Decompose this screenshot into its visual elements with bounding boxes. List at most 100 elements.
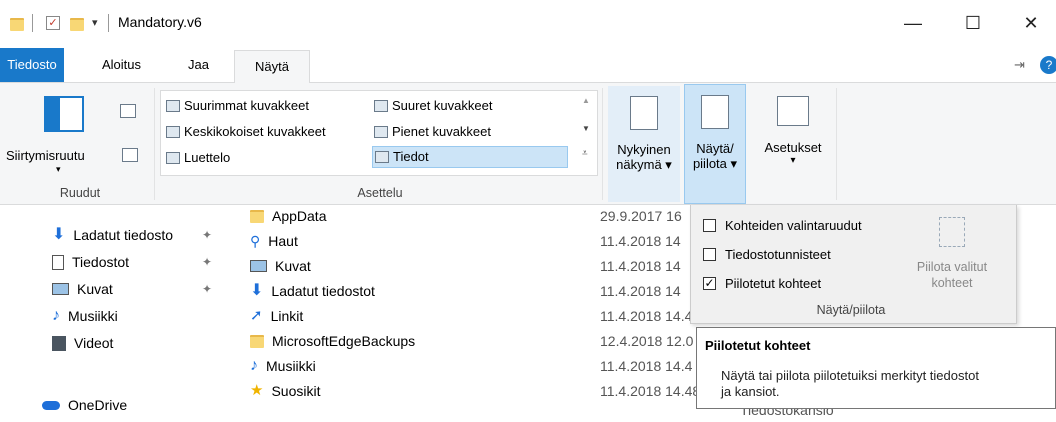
tooltip-body-line-1: Näytä tai piilota piilotetuiksi merkityt… (721, 368, 979, 383)
nav-item-onedrive[interactable]: OneDrive (42, 393, 127, 417)
file-date: 11.4.2018 14.4 (600, 308, 693, 324)
show-hide-button[interactable]: Näytä/ piilota ▾ (684, 84, 746, 204)
item-checkboxes-option[interactable]: Kohteiden valintaruudut (703, 213, 862, 237)
tab-home[interactable]: Aloitus (92, 48, 151, 82)
layout-item-label: Suuret kuvakkeet (392, 98, 493, 113)
navigation-pane-button[interactable]: Siirtymisruutu (6, 148, 85, 163)
star-icon: ★ (250, 382, 264, 399)
show-hide-icon (701, 95, 729, 129)
pin-icon: ✦ (202, 282, 213, 296)
hide-selected-icon (939, 217, 965, 247)
layout-item-label: Luettelo (184, 150, 231, 165)
tab-share[interactable]: Jaa (178, 48, 219, 82)
nav-item-label: Musiikki (68, 308, 118, 324)
layout-item-label: Keskikokoiset kuvakkeet (184, 124, 326, 139)
checkbox[interactable] (703, 247, 716, 261)
help-icon[interactable]: ? (1040, 56, 1056, 74)
layout-medium-icons[interactable]: Keskikokoiset kuvakkeet (166, 121, 326, 143)
file-date: 11.4.2018 14 (600, 233, 681, 249)
nav-item-music[interactable]: ♪ Musiikki (52, 304, 118, 328)
title-bar: ✓ ▾ Mandatory.v6 — ☐ ✕ (0, 0, 1056, 48)
tooltip-body: Näytä tai piilota piilotetuiksi merkityt… (721, 368, 979, 400)
options-label: Asetukset (764, 140, 822, 155)
gallery-scroll-down-icon[interactable]: ▼ (582, 124, 590, 133)
current-view-icon (630, 96, 658, 130)
table-row[interactable]: AppData (250, 204, 326, 228)
file-date: 11.4.2018 14.4 (600, 358, 693, 374)
group-label-panes: Ruudut (59, 186, 101, 200)
layout-list[interactable]: Luettelo (166, 147, 230, 169)
option-label: Kohteiden valintaruudut (725, 217, 862, 233)
options-icon (777, 96, 809, 126)
minimize-button[interactable]: — (890, 4, 936, 42)
gallery-scroll-up-icon[interactable]: ▲ (582, 96, 590, 105)
table-row[interactable]: Kuvat (250, 254, 311, 278)
show-hide-label-1: Näytä/ (696, 141, 734, 156)
cloud-icon (42, 400, 60, 410)
maximize-button[interactable]: ☐ (950, 4, 996, 42)
layout-large-icons[interactable]: Suuret kuvakkeet (374, 95, 492, 117)
file-name: Kuvat (275, 258, 311, 274)
table-row[interactable]: ⬇ Ladatut tiedostot (250, 279, 375, 303)
download-icon: ⬇ (250, 282, 264, 299)
checkbox-checked[interactable]: ✓ (703, 276, 716, 290)
music-icon: ♪ (250, 357, 258, 374)
tab-file[interactable]: Tiedosto (0, 48, 64, 82)
layout-item-label: Suurimmat kuvakkeet (184, 98, 309, 113)
customize-qat-icon[interactable]: ▾ (92, 16, 98, 29)
details-pane-icon[interactable] (122, 148, 138, 162)
navigation-pane-icon[interactable] (44, 96, 84, 132)
current-view-button[interactable]: Nykyinen näkymä ▾ (608, 86, 680, 202)
pin-ribbon-icon[interactable]: ⇥ (1014, 57, 1025, 73)
preview-pane-icon[interactable] (120, 104, 136, 118)
properties-icon[interactable]: ✓ (46, 16, 60, 30)
file-name: AppData (272, 208, 327, 224)
tab-view[interactable]: Näytä (234, 50, 310, 84)
file-extensions-option[interactable]: Tiedostotunnisteet (703, 242, 831, 266)
option-label: Tiedostotunnisteet (725, 246, 831, 262)
layout-details[interactable]: Tiedot (372, 146, 568, 168)
table-row[interactable]: ⚲ Haut (250, 229, 298, 253)
list-icon (166, 152, 180, 164)
link-icon: ➚ (250, 307, 263, 324)
layout-small-icons[interactable]: Pienet kuvakkeet (374, 121, 491, 143)
hidden-items-option[interactable]: ✓ Piilotetut kohteet (703, 271, 821, 295)
group-label-show-hide: Näytä/piilota (816, 303, 886, 317)
close-button[interactable]: ✕ (1008, 4, 1054, 42)
option-label: Piilotetut kohteet (725, 275, 822, 291)
nav-item-downloads[interactable]: ⬇ Ladatut tiedosto ✦ (52, 223, 212, 247)
layout-extra-large-icons[interactable]: Suurimmat kuvakkeet (166, 95, 309, 117)
nav-item-videos[interactable]: Videot (52, 331, 113, 355)
options-button[interactable]: Asetukset ▾ (756, 86, 830, 202)
document-icon (52, 254, 64, 270)
table-row[interactable]: ♪ Musiikki (250, 354, 316, 378)
gallery-more-icon[interactable]: ⩡ (582, 148, 588, 159)
chevron-down-icon: ▾ (56, 164, 61, 174)
file-name: Ladatut tiedostot (271, 283, 375, 299)
folder-icon (250, 209, 264, 223)
hide-selected-label-2: kohteet (931, 276, 973, 290)
pin-icon: ✦ (202, 255, 213, 269)
file-date: 11.4.2018 14.48 (600, 383, 701, 399)
video-icon (52, 335, 66, 351)
new-folder-icon[interactable] (70, 18, 84, 31)
extra-large-icons-icon (166, 100, 180, 112)
pictures-icon (250, 260, 267, 272)
group-separator (836, 88, 837, 200)
nav-item-documents[interactable]: Tiedostot ✦ (52, 250, 212, 274)
medium-icons-icon (166, 126, 180, 138)
tooltip: Piilotetut kohteet Näytä tai piilota pii… (696, 327, 1056, 409)
checkbox[interactable] (703, 218, 716, 232)
file-name: Musiikki (266, 358, 316, 374)
divider (32, 14, 33, 32)
file-date: 11.4.2018 14 (600, 258, 681, 274)
table-row[interactable]: ★ Suosikit (250, 379, 320, 403)
group-label-layout: Asettelu (357, 186, 403, 200)
show-hide-dropdown: Kohteiden valintaruudut Tiedostotunniste… (690, 205, 1017, 324)
tooltip-body-line-2: ja kansiot. (721, 384, 780, 399)
download-icon: ⬇ (52, 226, 66, 243)
table-row[interactable]: ➚ Linkit (250, 304, 303, 328)
nav-item-label: Kuvat (77, 281, 113, 297)
table-row[interactable]: MicrosoftEdgeBackups (250, 329, 415, 353)
nav-item-pictures[interactable]: Kuvat ✦ (52, 277, 212, 301)
